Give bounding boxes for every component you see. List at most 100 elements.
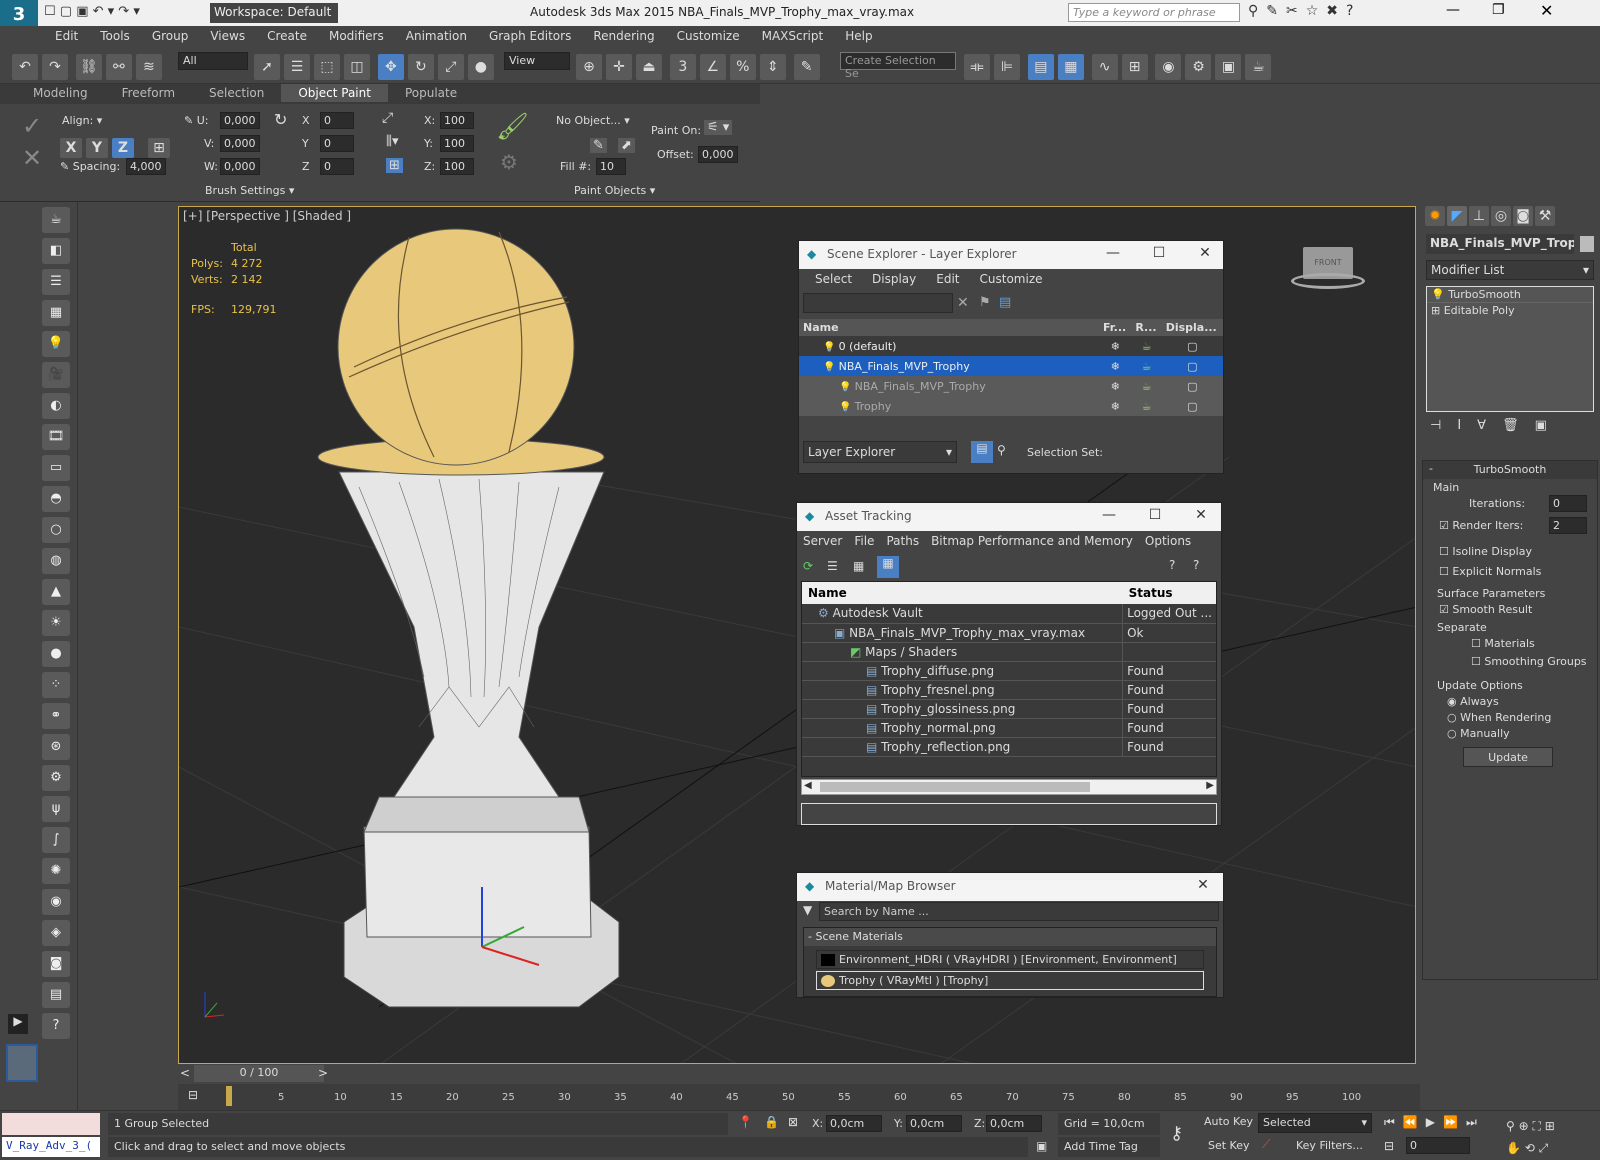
zoom-all-icon[interactable]: ⊕ (1519, 1119, 1529, 1133)
freeze-icon[interactable]: ❄ (1099, 356, 1131, 376)
spinner-snap-icon[interactable]: ⇕ (759, 54, 786, 80)
light-bulb-icon[interactable]: 💡 (823, 362, 839, 373)
schematic-view-icon[interactable]: ⊞ (1121, 54, 1148, 80)
se-menu-select[interactable]: Select (805, 272, 862, 286)
pin-stack-icon[interactable]: ⊣ (1430, 418, 1457, 433)
menu-group[interactable]: Group (141, 26, 200, 46)
isolate-icon[interactable]: 📍 (738, 1115, 753, 1129)
display-box-icon[interactable]: ▢ (1162, 356, 1223, 376)
default-tangent-icon[interactable]: ⟋ (1262, 1137, 1270, 1152)
at-path-field[interactable] (801, 803, 1217, 825)
layer-row[interactable]: 💡 NBA_Finals_MVP_Trophy ❄ ☕ ▢ (799, 356, 1223, 376)
when-rendering-radio[interactable]: ○ When Rendering (1447, 711, 1551, 724)
at-col-status[interactable]: Status (1123, 582, 1216, 604)
zoom-icon[interactable]: ⚲ (1506, 1119, 1515, 1133)
se-layers-icon[interactable]: ▤ (999, 295, 1011, 310)
at-menu-server[interactable]: Server (797, 534, 848, 548)
material-browser-titlebar[interactable]: ◆ Material/Map Browser ✕ (797, 873, 1223, 901)
script-listener-input[interactable]: V_Ray_Adv_3_( (2, 1137, 100, 1157)
ribbon-tab-object-paint[interactable]: Object Paint (281, 84, 388, 102)
time-slider-thumb[interactable]: 0 / 100 (194, 1065, 324, 1082)
paint-brush-icon[interactable]: 🖌 (496, 112, 529, 142)
scale-x-spinner[interactable]: 100 (440, 112, 474, 129)
unlink-icon[interactable]: ⚯ (105, 54, 132, 80)
materials-checkbox[interactable]: ☐ Materials (1471, 637, 1535, 650)
at-minimize-button[interactable]: — (1095, 507, 1123, 527)
scroll-left-icon[interactable]: ◀ (804, 780, 812, 791)
modifier-list-dropdown[interactable]: Modifier List ▾ (1426, 260, 1594, 280)
display-box-icon[interactable]: ▢ (1162, 396, 1223, 416)
se-col-display[interactable]: Displa... (1162, 319, 1223, 336)
camera-material-icon[interactable]: ◙ (42, 951, 70, 977)
viewcube-ring[interactable] (1291, 273, 1365, 289)
asset-row[interactable]: ▣ NBA_Finals_MVP_Trophy_max_vray.max Ok (802, 623, 1216, 642)
align-label[interactable]: Align: ▾ (62, 114, 102, 127)
y-coord-field[interactable]: 0,0cm (906, 1115, 962, 1132)
scene-materials-header[interactable]: - Scene Materials (804, 928, 1216, 946)
z-coord-field[interactable]: 0,0cm (986, 1115, 1042, 1132)
at-menu-bitmap-performance-and-memory[interactable]: Bitmap Performance and Memory (925, 534, 1139, 548)
isoline-checkbox[interactable]: ☐ Isoline Display (1439, 545, 1532, 558)
render-icon[interactable]: ☕ (1245, 54, 1272, 80)
configure-sets-icon[interactable]: ▣ (1535, 418, 1563, 433)
list-icon[interactable]: ☰ (42, 269, 70, 295)
layer-row[interactable]: 💡 NBA_Finals_MVP_Trophy ❄ ☕ ▢ (799, 376, 1223, 396)
se-menu-edit[interactable]: Edit (926, 272, 969, 286)
zoom-extents-all-icon[interactable]: ⊞ (1545, 1119, 1555, 1133)
se-minimize-button[interactable]: — (1099, 245, 1127, 265)
scale-lock-icon[interactable]: ⫼▾ (386, 134, 399, 149)
at-menu-file[interactable]: File (848, 534, 880, 548)
redo-icon[interactable]: ↷ (42, 54, 68, 80)
cancel-icon[interactable]: ✕ (22, 144, 42, 172)
rot-y-spinner[interactable]: 0 (320, 135, 354, 152)
viewport-thumbnail[interactable] (6, 1044, 38, 1082)
time-slider[interactable]: < 0 / 100 > (178, 1064, 1416, 1084)
rotate-small-icon[interactable]: ↻ (274, 110, 287, 129)
object-color-swatch[interactable] (1580, 236, 1594, 252)
scroll-thumb[interactable] (820, 782, 1090, 792)
ref-coord-dropdown[interactable]: View (504, 52, 570, 70)
update-button[interactable]: Update (1463, 747, 1553, 767)
menu-customize[interactable]: Customize (666, 26, 751, 46)
create-tab-icon[interactable]: ✹ (1425, 206, 1445, 226)
menu-animation[interactable]: Animation (395, 26, 478, 46)
menu-help[interactable]: Help (834, 26, 883, 46)
stack-item-turbosmooth[interactable]: 💡 TurboSmooth (1427, 287, 1593, 303)
axis-y-button[interactable]: Y (86, 138, 108, 158)
rotate-icon[interactable]: ↻ (407, 54, 434, 80)
w-spinner[interactable]: 0,000 (220, 158, 260, 175)
next-key-icon[interactable]: ⏩ (1443, 1115, 1466, 1129)
paint-objects-icon[interactable]: ⚙ (500, 150, 518, 174)
close-button[interactable]: ✕ (1540, 1, 1553, 20)
menu-views[interactable]: Views (199, 26, 256, 46)
at-col-name[interactable]: Name (802, 582, 1123, 604)
dome-icon[interactable]: ◓ (42, 486, 70, 512)
infocenter-icons[interactable]: ⚲✎✂☆✖? (1248, 3, 1361, 19)
set-key-button[interactable]: Set Key (1208, 1139, 1250, 1152)
auto-key-button[interactable]: Auto Key (1204, 1115, 1253, 1128)
particles-icon[interactable]: ⁘ (42, 672, 70, 698)
plane-icon[interactable]: ▭ (42, 455, 70, 481)
go-end-icon[interactable]: ⏭ (1466, 1115, 1485, 1129)
menu-tools[interactable]: Tools (89, 26, 141, 46)
fill-spinner[interactable]: 10 (596, 158, 626, 175)
script-listener-field[interactable] (2, 1113, 100, 1135)
material-icon[interactable]: ◈ (42, 920, 70, 946)
select-by-name-icon[interactable]: ☰ (284, 54, 310, 80)
explicit-normals-checkbox[interactable]: ☐ Explicit Normals (1439, 565, 1541, 578)
utilities-tab-icon[interactable]: ⚒ (1535, 206, 1555, 226)
maximize-viewport-icon[interactable]: ⤢ (1539, 1141, 1549, 1155)
object-name-field[interactable]: NBA_Finals_MVP_Trophy (1426, 234, 1574, 254)
axis-x-button[interactable]: X (60, 138, 82, 158)
display-box-icon[interactable]: ▢ (1162, 376, 1223, 396)
expand-plus-icon[interactable]: ⊞ (1431, 304, 1440, 317)
freeze-icon[interactable]: ❄ (1099, 376, 1131, 396)
render-teapot-icon[interactable]: ☕ (1131, 336, 1161, 356)
ball-icon[interactable]: ● (42, 641, 70, 667)
quick-access-icons[interactable]: ☐ ▢ ▣ ↶ ▾ ↷ ▾ (44, 4, 184, 22)
se-col-render[interactable]: R... (1131, 319, 1161, 336)
at-thumb-icon[interactable]: ▦ (853, 559, 864, 573)
cage-icon[interactable]: ◍ (42, 548, 70, 574)
pick-paint2-icon[interactable]: ⬈ (618, 138, 635, 153)
hierarchy-tab-icon[interactable]: ⊥ (1469, 206, 1489, 226)
